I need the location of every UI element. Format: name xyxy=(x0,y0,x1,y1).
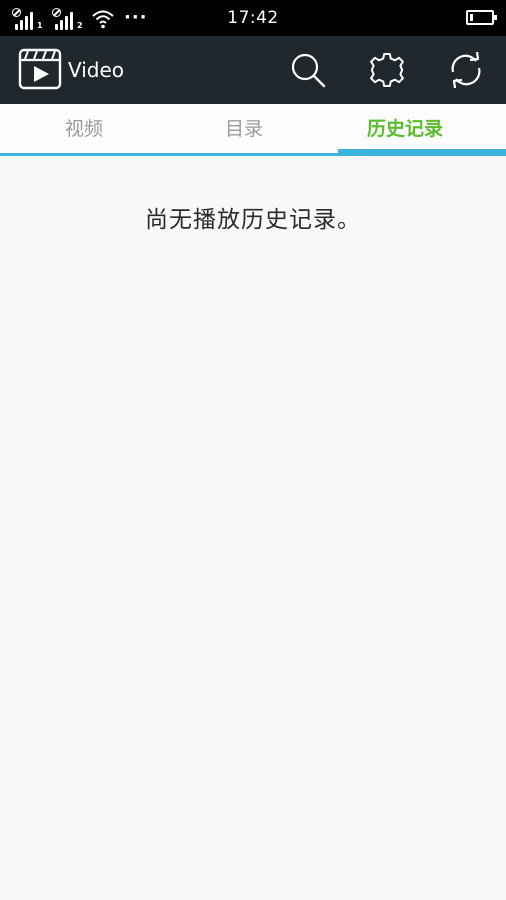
app-bar: Video xyxy=(0,36,506,104)
search-icon xyxy=(291,53,326,88)
tab-videos[interactable]: 视频 xyxy=(0,104,168,153)
settings-button[interactable] xyxy=(367,50,407,90)
battery-icon xyxy=(466,10,497,25)
refresh-button[interactable] xyxy=(446,50,486,90)
refresh-icon xyxy=(451,51,481,89)
status-bar: 1 2 ··· 17:42 xyxy=(0,0,506,36)
app-title: Video xyxy=(68,58,125,82)
empty-history-message: 尚无播放历史记录。 xyxy=(145,207,361,233)
tab-bar: 视频 目录 历史记录 xyxy=(0,104,506,156)
history-content: 尚无播放历史记录。 xyxy=(0,156,506,900)
active-tab-indicator xyxy=(338,149,506,156)
status-time: 17:42 xyxy=(227,8,279,28)
tab-history[interactable]: 历史记录 xyxy=(321,104,489,153)
search-button[interactable] xyxy=(288,50,328,90)
gear-icon xyxy=(370,53,404,87)
tab-directory[interactable]: 目录 xyxy=(160,104,328,153)
video-clapper-icon xyxy=(18,48,62,90)
